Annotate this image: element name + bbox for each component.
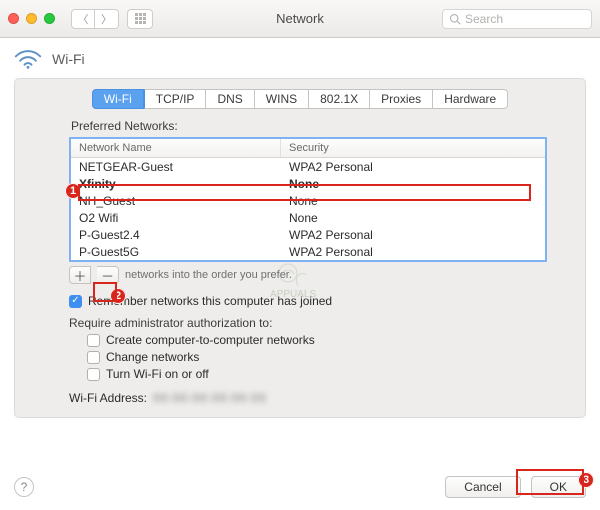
network-row[interactable]: P-Guest5GWPA2 Personal	[71, 243, 545, 260]
page-heading: Wi-Fi	[14, 48, 586, 70]
network-row[interactable]: P-Guest2.4WPA2 Personal	[71, 226, 545, 243]
tab-wins[interactable]: WINS	[255, 89, 309, 109]
remember-networks-checkbox[interactable]	[69, 295, 82, 308]
wifi-icon	[14, 48, 42, 70]
wifi-address-label: Wi-Fi Address:	[69, 391, 147, 405]
search-icon	[449, 13, 461, 25]
window-titlebar: 〈 〉 Network Search	[0, 0, 600, 38]
network-row[interactable]: NETGEAR-GuestWPA2 Personal	[71, 158, 545, 175]
tab-dns[interactable]: DNS	[206, 89, 254, 109]
admin-checkbox-label: Turn Wi-Fi on or off	[106, 367, 209, 381]
back-button[interactable]: 〈	[71, 9, 95, 29]
admin-checkbox-label: Change networks	[106, 350, 199, 364]
network-security: None	[281, 194, 545, 208]
network-security: None	[281, 211, 545, 225]
network-row[interactable]: O2 WifiNone	[71, 209, 545, 226]
admin-checkbox-label: Create computer-to-computer networks	[106, 333, 315, 347]
column-security[interactable]: Security	[281, 139, 545, 157]
network-security: None	[281, 177, 545, 191]
network-security: WPA2 Personal	[281, 160, 545, 174]
close-window[interactable]	[8, 13, 19, 24]
network-name: Xfinity	[71, 177, 281, 191]
wifi-address-value: 00:00:00:00:00:00	[153, 391, 267, 405]
network-row[interactable]: NH_GuestNone	[71, 192, 545, 209]
remove-network-button[interactable]: －	[97, 266, 119, 284]
search-placeholder: Search	[465, 12, 503, 26]
network-name: O2 Wifi	[71, 211, 281, 225]
remember-networks-label: Remember networks this computer has join…	[88, 294, 332, 308]
tab-wifi[interactable]: Wi-Fi	[92, 89, 144, 109]
admin-checkbox[interactable]	[87, 368, 100, 381]
admin-checkbox[interactable]	[87, 334, 100, 347]
help-button[interactable]: ?	[14, 477, 34, 497]
admin-checkbox[interactable]	[87, 351, 100, 364]
network-name: P-Guest5G	[71, 245, 281, 259]
admin-auth-label: Require administrator authorization to:	[69, 316, 547, 330]
help-icon: ?	[21, 480, 28, 494]
settings-panel: Wi-FiTCP/IPDNSWINS802.1XProxiesHardware …	[14, 78, 586, 418]
tab-8021x[interactable]: 802.1X	[309, 89, 370, 109]
page-title: Wi-Fi	[52, 51, 85, 67]
chevron-right-icon: 〉	[101, 11, 112, 27]
ok-button[interactable]: OK	[531, 476, 586, 498]
network-name: P-Guest2.4	[71, 228, 281, 242]
list-header: Network Name Security	[71, 139, 545, 158]
network-name: NETGEAR-Guest	[71, 160, 281, 174]
zoom-window[interactable]	[44, 13, 55, 24]
cancel-button[interactable]: Cancel	[445, 476, 520, 498]
preferred-networks-list[interactable]: Network Name Security NETGEAR-GuestWPA2 …	[69, 137, 547, 262]
show-all-button[interactable]	[127, 9, 153, 29]
tab-proxies[interactable]: Proxies	[370, 89, 433, 109]
minimize-window[interactable]	[26, 13, 37, 24]
window-controls	[8, 13, 55, 24]
column-network-name[interactable]: Network Name	[71, 139, 281, 157]
network-security: WPA2 Personal	[281, 228, 545, 242]
drag-hint: networks into the order you prefer.	[125, 269, 292, 281]
add-network-button[interactable]: ＋	[69, 266, 91, 284]
forward-button[interactable]: 〉	[95, 9, 119, 29]
chevron-left-icon: 〈	[78, 11, 89, 27]
network-row[interactable]: XfinityNone	[71, 175, 545, 192]
preferred-networks-label: Preferred Networks:	[71, 119, 547, 133]
network-name: NH_Guest	[71, 194, 281, 208]
search-field[interactable]: Search	[442, 9, 592, 29]
network-security: WPA2 Personal	[281, 245, 545, 259]
tab-tcpip[interactable]: TCP/IP	[144, 89, 207, 109]
tab-hardware[interactable]: Hardware	[433, 89, 508, 109]
tab-bar: Wi-FiTCP/IPDNSWINS802.1XProxiesHardware	[27, 89, 573, 109]
grid-icon	[135, 13, 146, 24]
